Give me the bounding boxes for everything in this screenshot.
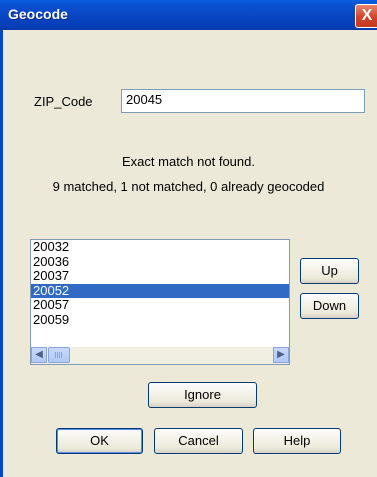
- title-bar[interactable]: Geocode X: [0, 0, 377, 30]
- status-message: Exact match not found.: [122, 154, 255, 169]
- zip-code-label: ZIP_Code: [34, 94, 93, 109]
- list-item[interactable]: 20059: [31, 312, 289, 328]
- list-item[interactable]: 20057: [31, 297, 289, 313]
- match-summary: 9 matched, 1 not matched, 0 already geoc…: [52, 179, 325, 194]
- list-item[interactable]: 20032: [31, 240, 289, 255]
- help-button[interactable]: Help: [253, 428, 341, 454]
- list-item[interactable]: 20037: [31, 268, 289, 284]
- window-border-left: [0, 30, 3, 477]
- right-arrow-icon[interactable]: ▶: [273, 347, 289, 363]
- zip-code-input[interactable]: 20045: [121, 89, 365, 113]
- down-button[interactable]: Down: [300, 293, 359, 319]
- horizontal-scrollbar[interactable]: ◀ ▶: [31, 347, 289, 364]
- ignore-button[interactable]: Ignore: [148, 382, 257, 408]
- close-button[interactable]: X: [355, 4, 377, 28]
- candidate-list: 20032 20036 20037 20052 20057 20059: [31, 240, 289, 327]
- cancel-button[interactable]: Cancel: [154, 428, 243, 454]
- candidate-listbox[interactable]: 20032 20036 20037 20052 20057 20059 ◀ ▶: [30, 239, 290, 365]
- close-icon: X: [361, 7, 373, 24]
- left-arrow-icon[interactable]: ◀: [31, 347, 47, 363]
- geocode-dialog: Geocode X ZIP_Code 20045 Exact match not…: [0, 0, 377, 477]
- up-button[interactable]: Up: [300, 258, 359, 284]
- window-title: Geocode: [8, 6, 68, 22]
- ok-button[interactable]: OK: [56, 428, 143, 454]
- list-item[interactable]: 20052: [31, 283, 289, 298]
- scrollbar-thumb[interactable]: [48, 347, 70, 363]
- list-item[interactable]: 20036: [31, 254, 289, 270]
